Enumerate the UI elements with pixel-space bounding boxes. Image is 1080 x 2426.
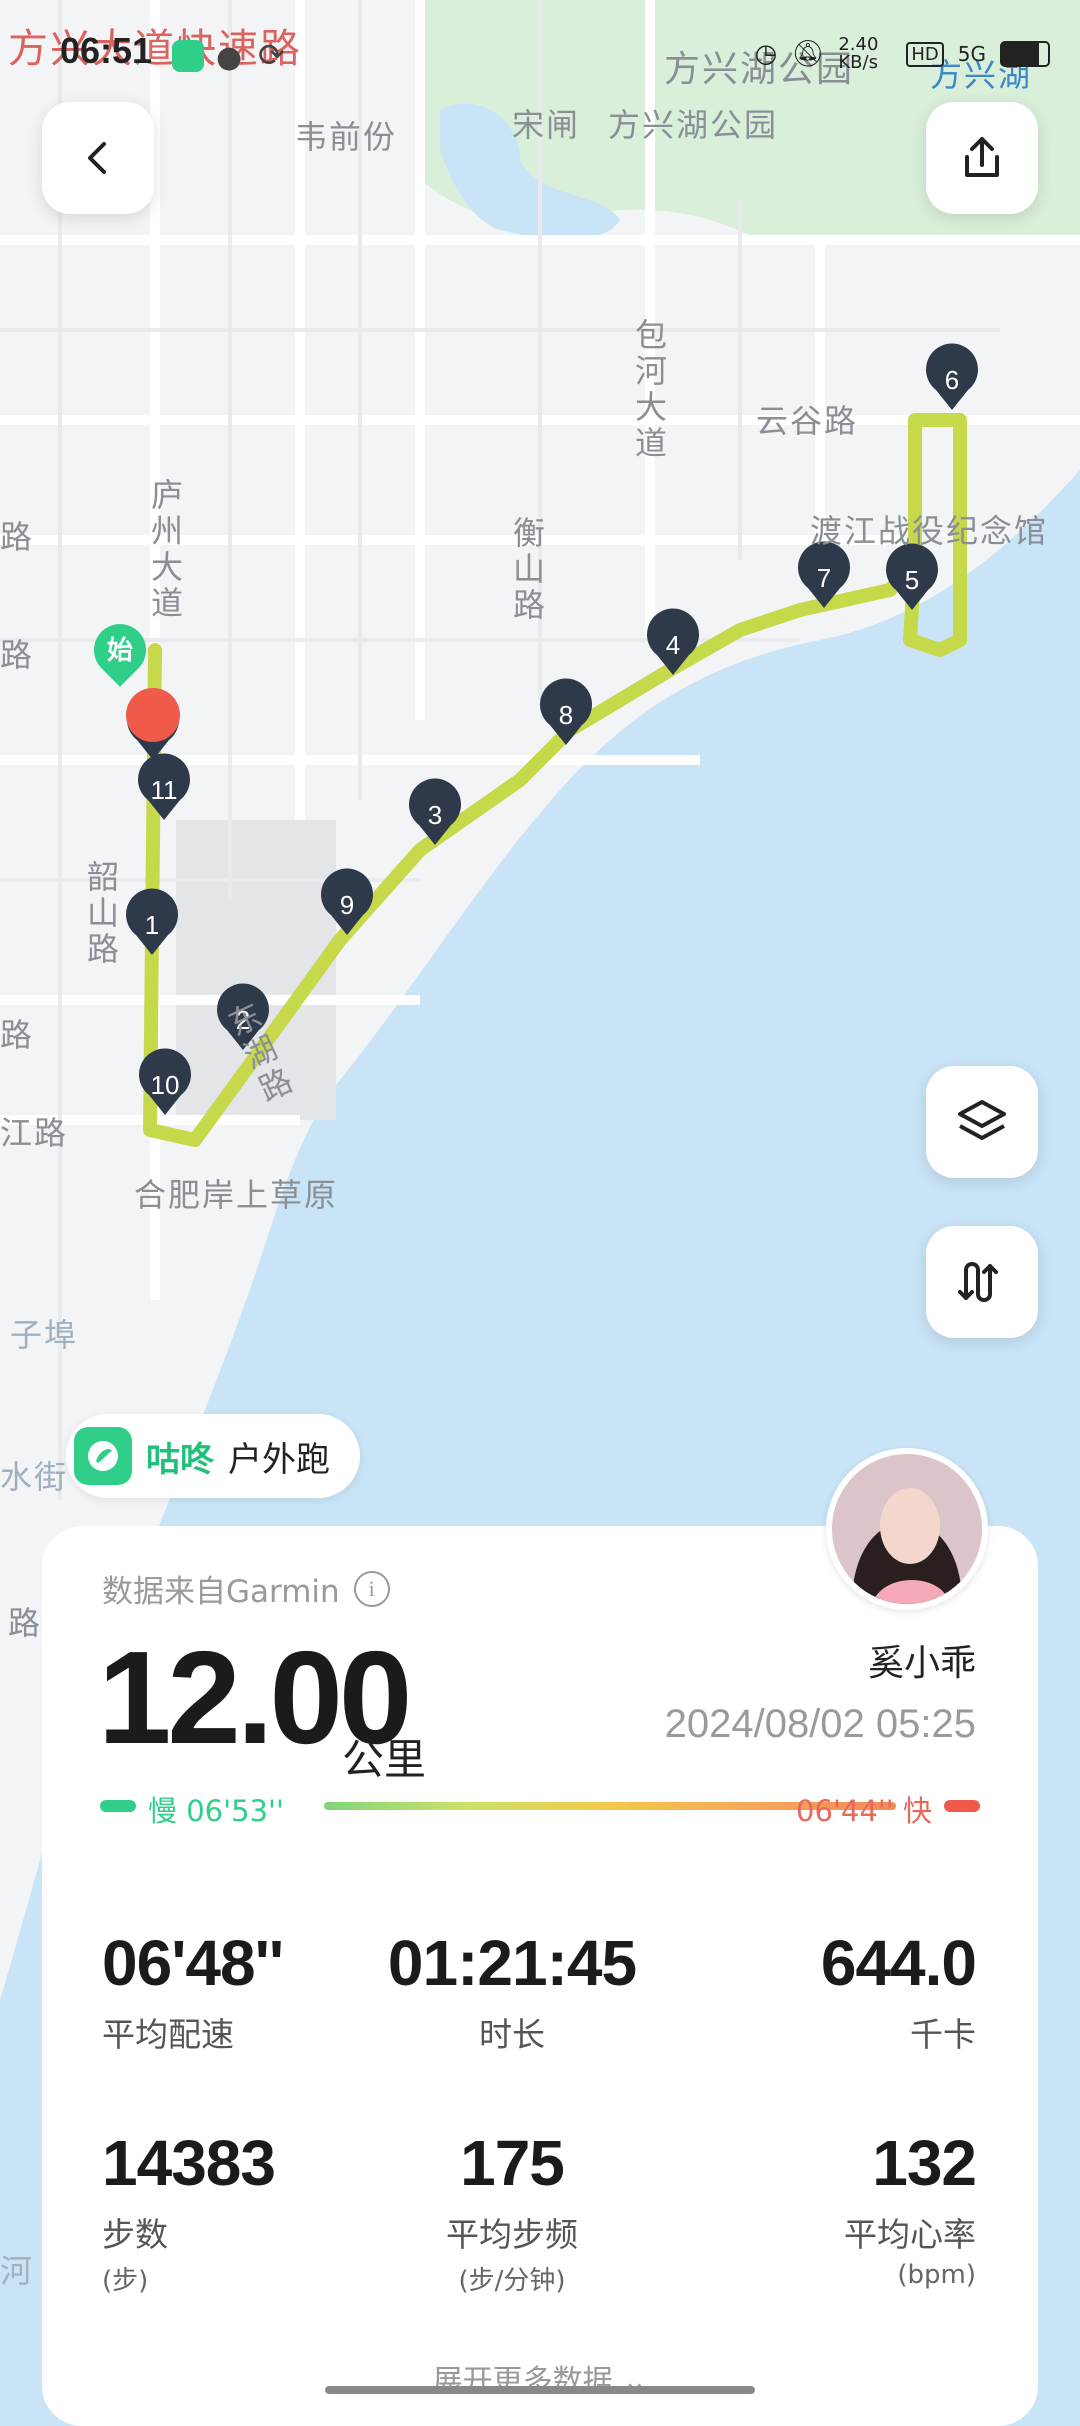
net-speed: 2.40 KB/s — [838, 34, 879, 73]
share-icon — [965, 137, 999, 177]
stat-steps: 14383 步数 (步) — [102, 2126, 276, 2297]
hd-icon: HD — [906, 41, 944, 67]
codoon-logo-icon — [74, 1427, 132, 1485]
map-label-dujiang-memorial: 渡江战役纪念馆 — [810, 512, 1049, 550]
km-marker-label: 1 — [145, 910, 159, 940]
alarm-icon: ◷ — [754, 39, 778, 69]
map-label-jiang-lu: 江路 — [0, 1114, 69, 1152]
map-label-weiqianfen: 韦前份 — [295, 118, 398, 156]
avatar[interactable] — [826, 1448, 988, 1610]
stat-value: 644.0 — [820, 1927, 977, 1999]
info-icon[interactable]: i — [353, 1570, 390, 1607]
mute-icon: 🔕︎ — [791, 39, 825, 69]
battery-icon — [1000, 41, 1050, 67]
map-label-lu-2: 路 — [0, 636, 35, 674]
map-label-shaoshan-lu: 韶山路 — [82, 860, 120, 968]
status-right-icons: ◷ 🔕︎ 2.40 KB/s HD 5G — [755, 36, 1050, 72]
stat-cadence: 175 平均步频 (步/分钟) — [312, 2126, 712, 2297]
stat-label: 时长 — [479, 2015, 545, 2054]
map-label-shui-jie: 水街 — [0, 1458, 69, 1496]
pace-slow-label: 慢 06'53'' — [148, 1794, 284, 1828]
km-marker-label: 5 — [905, 565, 919, 595]
map-label-baohe-dadao: 包河大道 — [630, 318, 668, 462]
share-button[interactable] — [926, 102, 1038, 214]
map-label-lu-3: 路 — [0, 1016, 35, 1054]
stat-label: 步数 — [102, 2215, 168, 2254]
stat-heart-rate: 132 平均心率 (bpm) — [844, 2126, 977, 2290]
km-marker-label: 7 — [817, 563, 831, 593]
distance-unit: 公里 — [342, 1735, 427, 1784]
km-marker-label: 6 — [945, 365, 959, 395]
stat-unit: (步) — [102, 2266, 149, 2296]
stat-label: 平均配速 — [102, 2015, 234, 2054]
stat-label: 平均心率 — [844, 2215, 976, 2254]
stat-value: 06'48'' — [102, 1927, 284, 1999]
brand-name: 咕咚 — [146, 1439, 214, 1480]
chevron-left-icon — [88, 142, 106, 174]
activity-datetime: 2024/08/02 05:25 — [664, 1702, 976, 1746]
sync-icon: ⟳ — [258, 36, 285, 74]
stat-label: 千卡 — [910, 2015, 976, 2054]
km-marker-label: 3 — [428, 800, 442, 830]
status-time: 06:51 — [60, 30, 153, 71]
map-label-hengshan-lu: 衡山路 — [508, 516, 546, 624]
km-marker-label: 11 — [151, 775, 178, 805]
route-icon — [958, 1262, 998, 1302]
stat-unit: (步/分钟) — [458, 2266, 566, 2296]
app-brand-pill: 咕咚 户外跑 — [66, 1414, 360, 1498]
map-label-luzhou-dadao: 庐州大道 — [146, 478, 184, 622]
signal-5g-icon: 5G — [957, 42, 986, 66]
map-label-caoyuan: 合肥岸上草原 — [134, 1176, 339, 1214]
map-label-he: 河 — [0, 2252, 35, 2290]
user-name[interactable]: 奚小乖 — [868, 1634, 976, 1686]
end-pin[interactable] — [126, 688, 180, 742]
stat-duration: 01:21:45 时长 — [312, 1926, 712, 2056]
back-button[interactable] — [42, 102, 154, 214]
map-label-lu-1: 路 — [0, 518, 35, 556]
pace-fast-swatch — [944, 1800, 980, 1812]
start-pin-label: 始 — [106, 636, 133, 666]
data-source-text: 数据来自Garmin — [102, 1574, 340, 1610]
stat-value: 01:21:45 — [387, 1927, 637, 1999]
stat-label: 平均步频 — [446, 2215, 578, 2254]
app-notification-icon — [172, 40, 204, 72]
km-marker-label: 4 — [666, 630, 680, 660]
km-marker-label: 9 — [340, 890, 354, 920]
stat-value: 14383 — [102, 2127, 276, 2199]
map-layers-button[interactable] — [926, 1066, 1038, 1178]
map-label-yungu-lu: 云谷路 — [756, 402, 859, 440]
status-bar: 方兴大道快速路 06:51 ● ⟳ ◷ 🔕︎ 2.40 KB/s HD 5G — [0, 0, 1080, 110]
stat-value: 132 — [872, 2127, 977, 2199]
pace-fast-label: 06'44'' 快 — [796, 1794, 932, 1828]
stat-avg-pace: 06'48'' 平均配速 — [102, 1926, 284, 2056]
route-replay-button[interactable] — [926, 1226, 1038, 1338]
stat-calories: 644.0 千卡 — [820, 1926, 977, 2056]
pace-slow-swatch — [100, 1800, 136, 1812]
map-label-lu-4: 路 — [8, 1604, 43, 1642]
wechat-icon: ● — [216, 40, 243, 75]
pace-legend: 慢 06'53'' 06'44'' 快 — [100, 1788, 980, 1828]
home-indicator[interactable] — [325, 2386, 755, 2394]
km-marker-label: 8 — [559, 700, 573, 730]
activity-type: 户外跑 — [228, 1439, 330, 1480]
km-marker-label: 10 — [151, 1070, 180, 1100]
map-label-zi-bu: 子埠 — [10, 1316, 79, 1354]
summary-card: 数据来自Garmin i 12.00 公里 奚小乖 2024/08/02 05:… — [42, 1526, 1038, 2426]
data-source: 数据来自Garmin i — [102, 1566, 390, 1611]
layers-icon — [958, 1100, 1006, 1140]
stat-unit: (bpm) — [897, 2260, 976, 2290]
stat-value: 175 — [460, 2127, 565, 2199]
